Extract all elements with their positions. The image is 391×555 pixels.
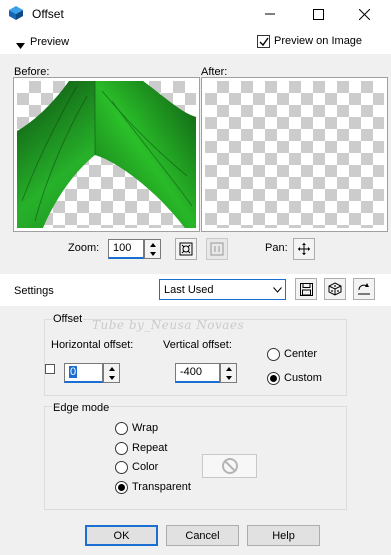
spin-up-icon[interactable]	[108, 366, 115, 371]
ok-button[interactable]: OK	[85, 525, 158, 546]
preview-on-image-label[interactable]: Preview on Image	[274, 35, 362, 47]
before-preview[interactable]	[13, 77, 200, 232]
preset-value: Last Used	[164, 284, 214, 296]
collapse-chevron-icon[interactable]	[16, 40, 25, 52]
zoom-label: Zoom:	[68, 242, 100, 254]
repeat-radio[interactable]	[115, 442, 128, 455]
maximize-icon[interactable]	[301, 0, 335, 28]
watermark: Tube by_Neusa Novaes	[92, 318, 245, 332]
edge-color-swatch[interactable]	[202, 454, 257, 478]
reset-icon	[358, 283, 370, 295]
vertical-offset-input[interactable]: -400	[175, 363, 220, 383]
spin-up-icon[interactable]	[149, 242, 156, 247]
actual-size-icon	[210, 242, 224, 256]
repeat-label[interactable]: Repeat	[132, 442, 167, 454]
paintshop-pro-icon	[9, 6, 23, 20]
leaf-image	[17, 81, 196, 228]
horizontal-offset-input[interactable]: 0	[64, 363, 103, 383]
spin-down-icon[interactable]	[225, 375, 232, 380]
zoom-spinner[interactable]	[144, 239, 161, 259]
transparent-label[interactable]: Transparent	[132, 481, 191, 493]
edge-mode-title: Edge mode	[52, 402, 111, 414]
vertical-offset-spinner[interactable]	[220, 363, 237, 383]
move-cross-icon	[298, 243, 310, 255]
pan-label: Pan:	[265, 242, 288, 254]
wrap-radio[interactable]	[115, 422, 128, 435]
dice-icon	[328, 282, 342, 296]
spin-down-icon[interactable]	[108, 375, 115, 380]
save-preset-button[interactable]	[295, 278, 317, 300]
zoom-fit-icon	[179, 242, 193, 256]
transparent-radio[interactable]	[115, 481, 128, 494]
center-radio[interactable]	[267, 348, 280, 361]
preview-on-image-checkbox[interactable]	[257, 35, 270, 48]
minimize-icon[interactable]	[253, 0, 287, 28]
vertical-offset-label: Vertical offset:	[163, 339, 232, 351]
color-label[interactable]: Color	[132, 461, 158, 473]
help-button[interactable]: Help	[247, 525, 320, 546]
zoom-to-fit-button[interactable]	[175, 238, 197, 260]
randomize-button[interactable]	[324, 278, 346, 300]
horizontal-offset-value: 0	[69, 366, 78, 378]
center-label[interactable]: Center	[284, 348, 317, 360]
horizontal-offset-label: Horizontal offset:	[51, 339, 134, 351]
window-title: Offset	[32, 7, 64, 21]
preset-select[interactable]: Last Used	[159, 279, 286, 300]
settings-label: Settings	[14, 285, 54, 297]
reset-button[interactable]	[353, 278, 375, 300]
link-offsets-checkbox[interactable]	[45, 364, 55, 374]
wrap-label[interactable]: Wrap	[132, 422, 158, 434]
edge-mode-group	[44, 406, 347, 510]
cancel-button[interactable]: Cancel	[166, 525, 239, 546]
spin-up-icon[interactable]	[225, 366, 232, 371]
after-preview[interactable]	[201, 77, 388, 232]
close-icon[interactable]	[347, 0, 381, 28]
color-radio[interactable]	[115, 461, 128, 474]
transparency-checkerboard	[205, 81, 384, 228]
offset-group-title: Offset	[52, 313, 84, 325]
spin-down-icon[interactable]	[149, 251, 156, 256]
no-color-icon	[221, 458, 238, 474]
horizontal-offset-spinner[interactable]	[103, 363, 120, 383]
zoom-100-button[interactable]	[206, 238, 228, 260]
pan-button[interactable]	[293, 238, 315, 260]
custom-label[interactable]: Custom	[284, 372, 322, 384]
custom-radio[interactable]	[267, 372, 280, 385]
preview-toggle[interactable]: Preview	[30, 36, 69, 48]
zoom-input[interactable]: 100	[108, 239, 144, 259]
chevron-down-icon[interactable]	[270, 280, 285, 299]
floppy-disk-icon	[299, 282, 313, 296]
